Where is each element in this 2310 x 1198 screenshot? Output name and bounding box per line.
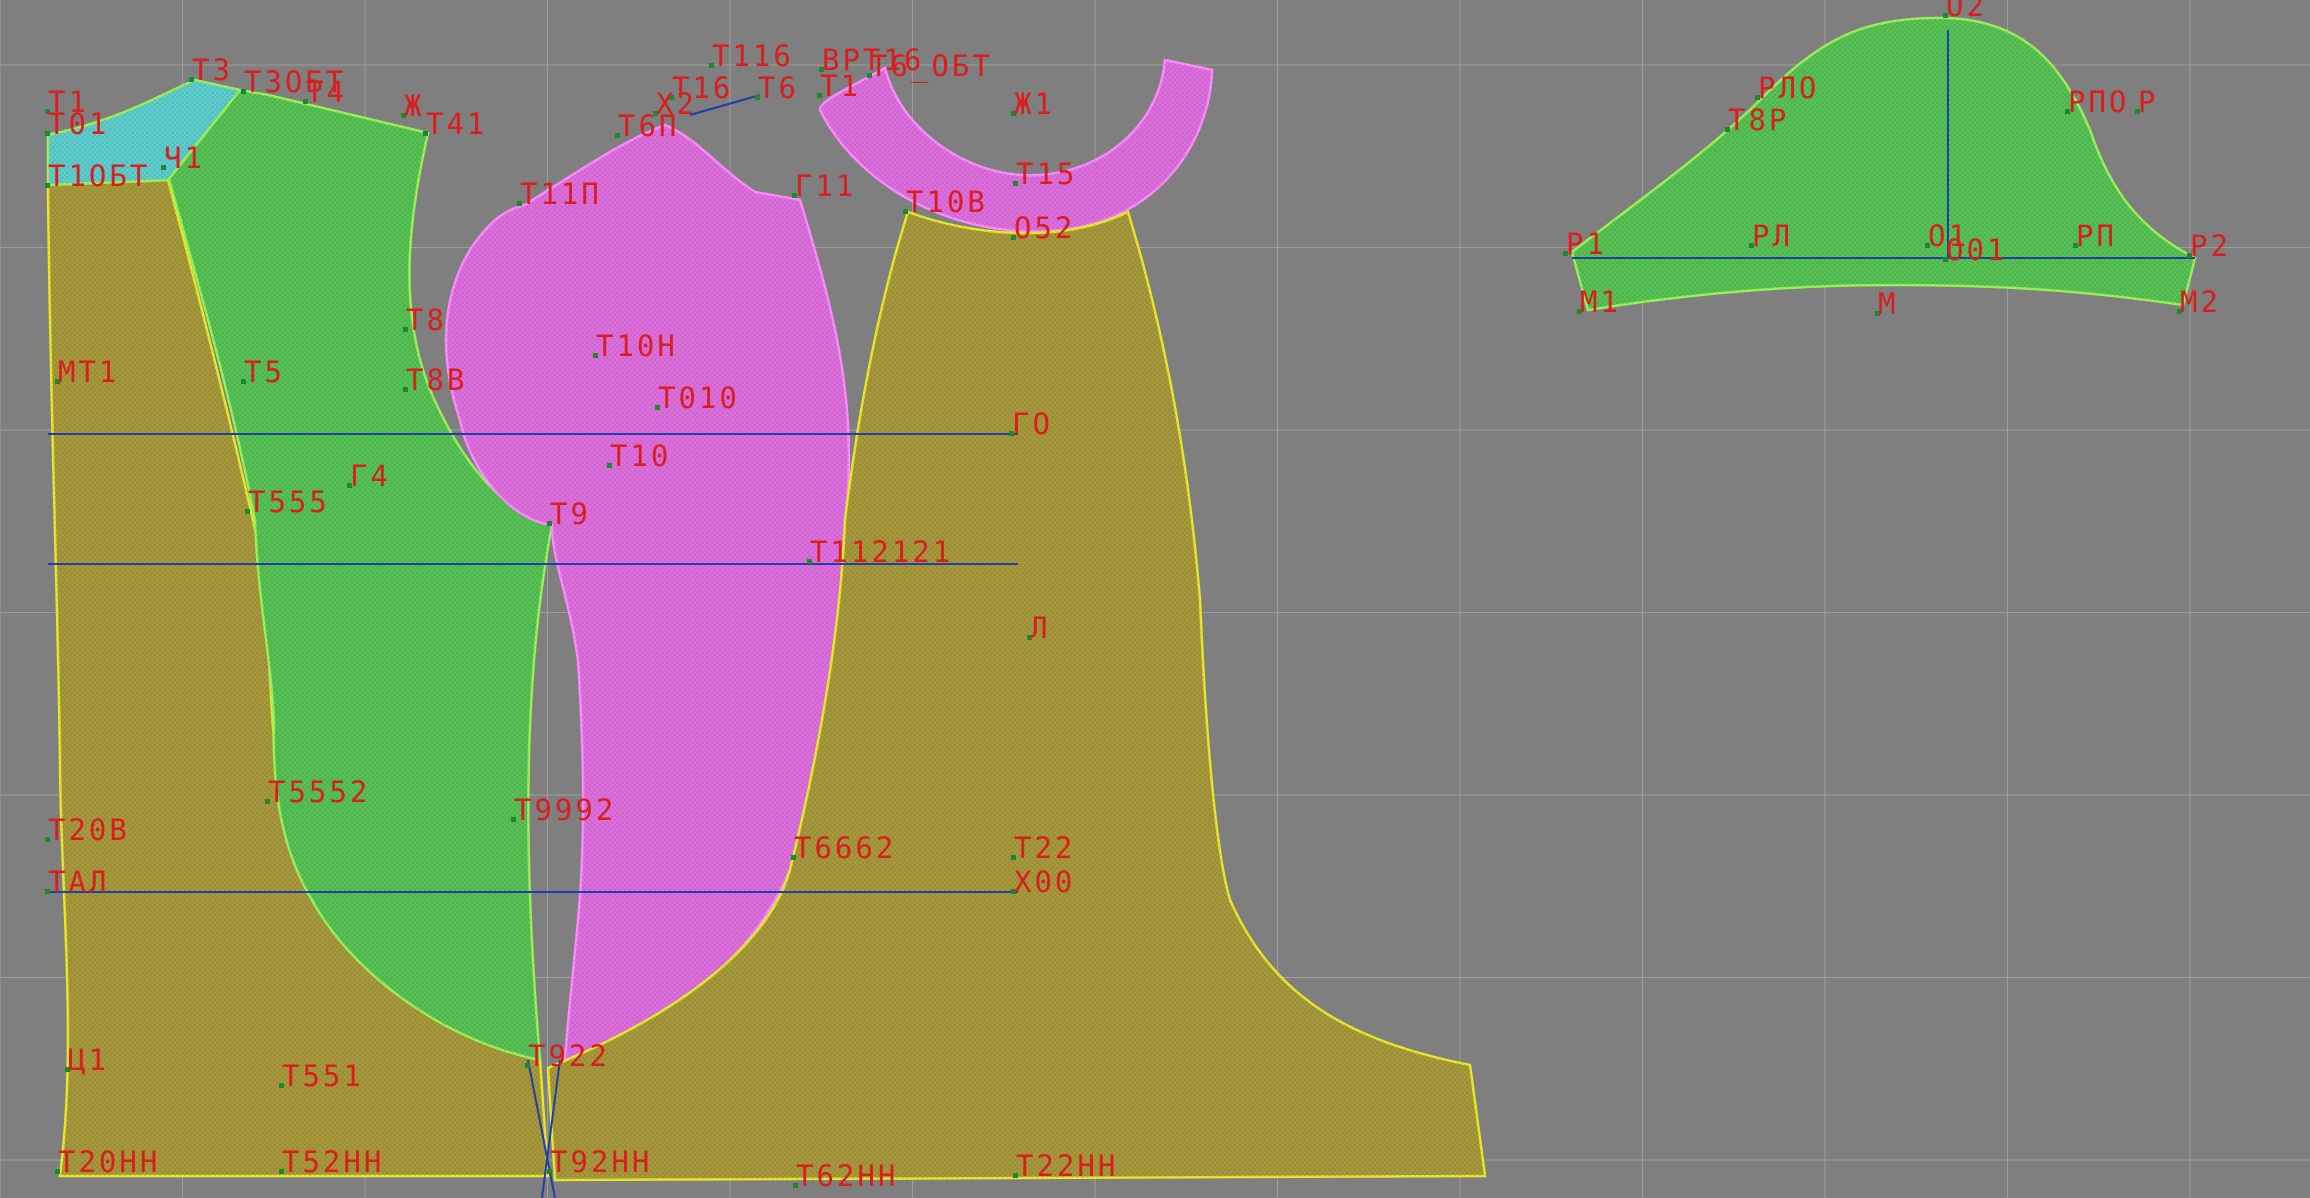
label-t4: Т4	[306, 75, 347, 109]
label-rp: РП	[2076, 219, 2117, 253]
label-mt1: МТ1	[58, 355, 119, 389]
label-t1121: Т112121	[810, 535, 953, 569]
label-t22nn: Т22НН	[1016, 1149, 1118, 1183]
label-t41: Т41	[426, 107, 487, 141]
label-rl: РЛ	[1752, 219, 1793, 253]
label-x00: Х00	[1014, 865, 1075, 899]
label-m1: М1	[1580, 285, 1621, 319]
label-t20v: Т20В	[48, 813, 130, 847]
label-ts1: Ц1	[68, 1043, 109, 1077]
label-tpor: Р	[2138, 85, 2158, 119]
label-o52: О52	[1014, 211, 1075, 245]
label-ppor: РПО	[2068, 85, 2129, 119]
label-t662: Т6662	[794, 831, 896, 865]
label-zh: Ж	[404, 89, 424, 123]
label-t555: Т555	[248, 485, 330, 519]
label-t10n: Т10Н	[596, 329, 678, 363]
label-t992: Т9992	[514, 793, 616, 827]
label-t92nn: Т92НН	[550, 1145, 652, 1179]
label-g11: Г11	[795, 169, 856, 203]
label-t010: Т010	[658, 381, 740, 415]
label-t551: Т551	[282, 1059, 364, 1093]
label-go: ГО	[1012, 407, 1053, 441]
label-t10v: Т10В	[906, 185, 988, 219]
label-t15: Т15	[1016, 157, 1077, 191]
label-zh1: Ж1	[1014, 87, 1055, 121]
label-r1: Р1	[1566, 227, 1607, 261]
label-t9: Т9	[550, 497, 591, 531]
label-t6obt: Т6_ОБТ	[870, 49, 993, 84]
pattern-canvas[interactable]: Т1 Т01 Т3 Т3ОБТ Т4 Ж Т41 Ч1 Т1ОБТ Т116 В…	[0, 0, 2310, 1198]
label-t116: Т116	[712, 39, 794, 73]
label-l: Л	[1030, 611, 1050, 645]
label-t105t: Т1ОБТ	[48, 159, 150, 193]
label-t922: Т922	[528, 1039, 610, 1073]
label-t5: Т5	[244, 355, 285, 389]
sleeve-piece-texture	[1572, 18, 2195, 310]
label-t552: Т5552	[268, 775, 370, 809]
label-t11p: Т11П	[520, 177, 602, 211]
collar-piece-texture	[820, 60, 1212, 232]
label-m: М	[1878, 287, 1898, 321]
garment-pieces	[46, 16, 2197, 1182]
label-t01: Т01	[48, 107, 109, 141]
label-r2: Р2	[2190, 229, 2231, 263]
label-rpo: РЛО	[1758, 71, 1819, 105]
label-t20nn: Т20НН	[58, 1145, 160, 1179]
label-t3: Т3	[192, 53, 233, 87]
label-t62nn: Т62НН	[796, 1159, 898, 1193]
label-t6p: Т6П	[618, 109, 679, 143]
label-t52nn: Т52НН	[282, 1145, 384, 1179]
label-m2: М2	[2180, 285, 2221, 319]
label-g4: Г4	[350, 459, 391, 493]
label-t22: Т22	[1014, 831, 1075, 865]
label-o01: О01	[1946, 233, 2007, 267]
label-t8: Т8	[406, 303, 447, 337]
label-tal: ТАЛ	[48, 865, 109, 899]
label-t8v: Т8В	[406, 363, 467, 397]
label-ch1: Ч1	[164, 141, 205, 175]
label-t6: Т6	[758, 71, 799, 105]
label-t1b: Т1	[820, 69, 861, 103]
label-t10: Т10	[610, 439, 671, 473]
label-t8r: Т8Р	[1728, 103, 1789, 137]
label-o2: О2	[1946, 0, 1987, 23]
